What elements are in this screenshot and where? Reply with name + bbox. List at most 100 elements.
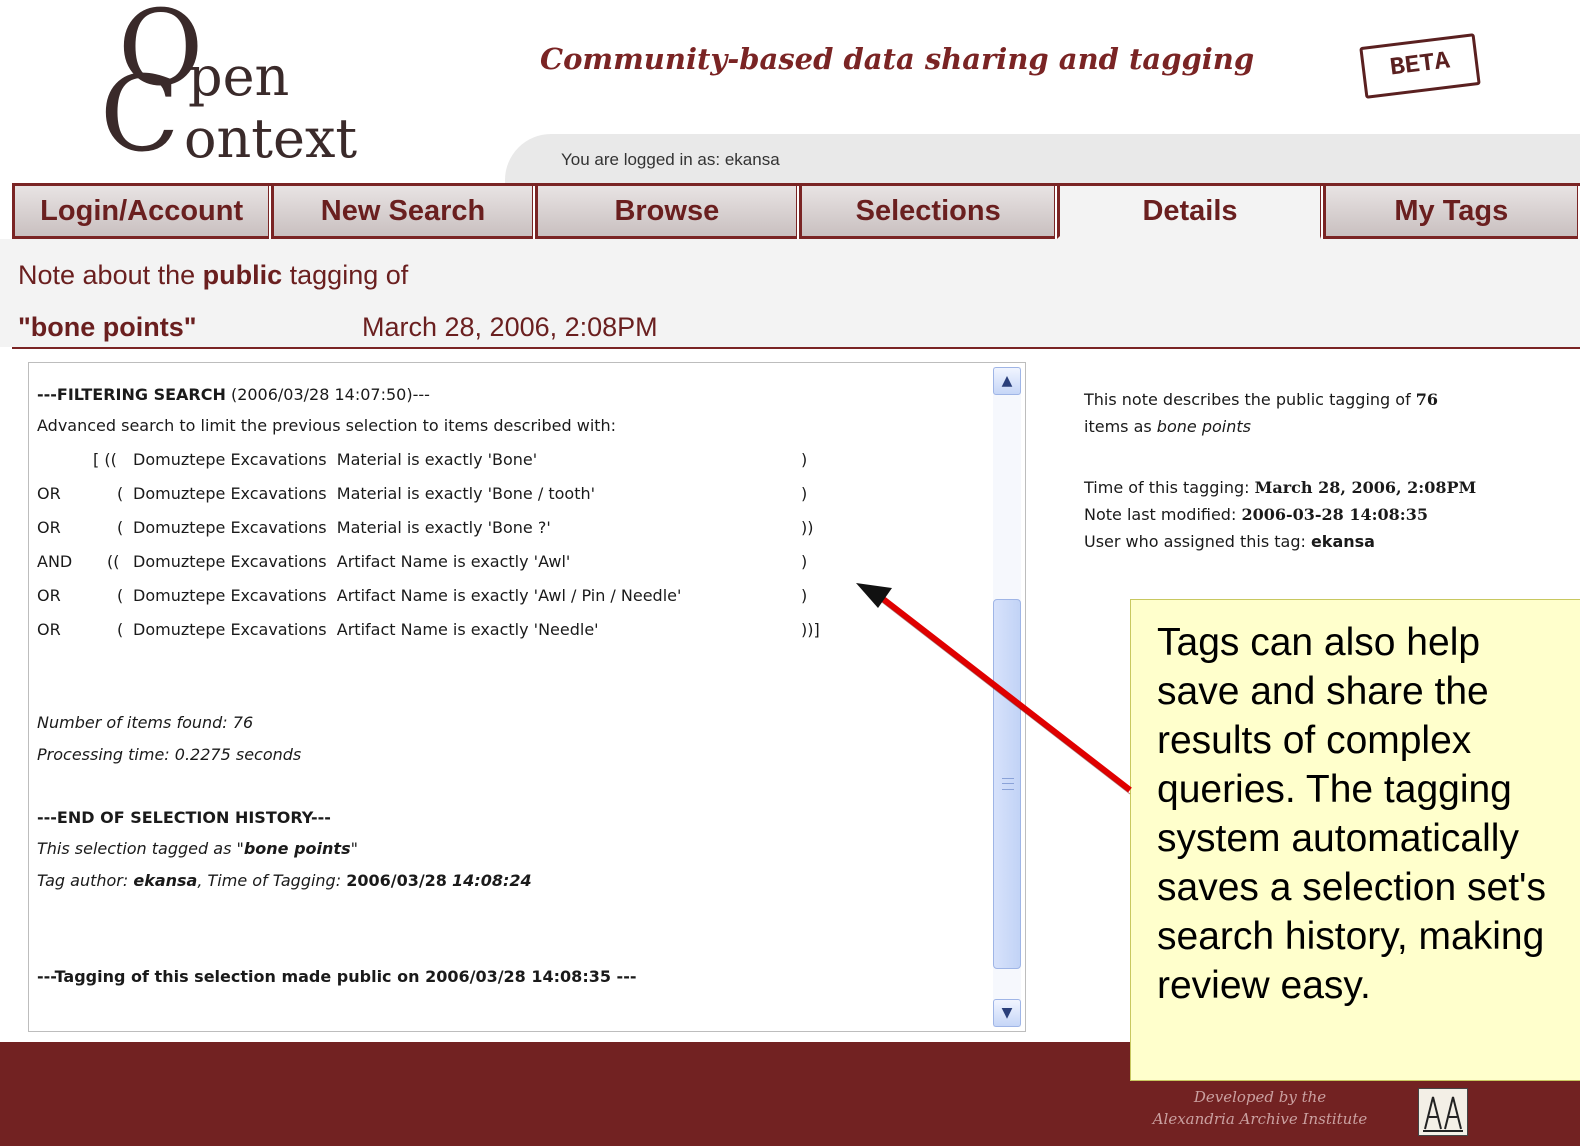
selection-history-panel[interactable]: ---FILTERING SEARCH (2006/03/28 14:07:50… (28, 362, 1026, 1032)
items-found-text: Number of items found: 76 (37, 713, 254, 732)
callout-line: review easy. (1157, 964, 1371, 1007)
query-row-op: OR (37, 518, 61, 537)
info-user-line: User who assigned this tag: ekansa (1084, 528, 1564, 555)
tagged-as-prefix: This selection tagged as " (37, 839, 244, 858)
query-row-op: OR (37, 586, 61, 605)
site-tagline: Community-based data sharing and tagging (540, 42, 1255, 76)
query-row-open: ( (117, 518, 124, 537)
tag-author-prefix: Tag author: (37, 871, 134, 890)
info-desc-mid: items as (1084, 417, 1157, 436)
filter-description: Advanced search to limit the previous se… (37, 416, 617, 435)
query-row-open: ( (117, 620, 124, 639)
query-row-clause: Domuztepe Excavations Material is exactl… (133, 518, 551, 537)
logo-letter-c: C (100, 53, 180, 175)
tab-content-area (0, 239, 1580, 347)
chevron-down-icon: ▼ (1001, 1005, 1013, 1021)
query-row-clause: Domuztepe Excavations Artifact Name is e… (133, 620, 599, 639)
history-scrollbar[interactable]: ▲ ▼ (993, 367, 1021, 1027)
aai-logo[interactable] (1418, 1088, 1468, 1136)
main-tab-bar: Login/Account New Search Browse Selectio… (12, 183, 1580, 242)
tagged-as-name: bone points (243, 839, 351, 858)
aai-logo-icon (1423, 1096, 1463, 1132)
query-row-open: ( (117, 586, 124, 605)
developed-by-credit: Developed by the Alexandria Archive Inst… (1120, 1086, 1400, 1130)
query-row-open: ( (117, 484, 124, 503)
tag-time-prefix: , Time of Tagging: (197, 871, 347, 890)
info-tag-name: bone points (1156, 417, 1251, 436)
scrollbar-thumb[interactable] (993, 599, 1021, 969)
tag-time: 14:08:24 (452, 871, 532, 890)
info-time-label: Time of this tagging: (1084, 478, 1255, 497)
query-row-close: )) (801, 518, 814, 537)
institute-name: Alexandria Archive Institute (1152, 1110, 1368, 1128)
open-context-logo[interactable]: O pen C ontext (100, 0, 420, 180)
tag-date: 2006/03/28 (346, 871, 447, 890)
tab-my-tags[interactable]: My Tags (1322, 186, 1579, 239)
query-row-open: [ (( (93, 450, 117, 469)
query-row-clause: Domuztepe Excavations Artifact Name is e… (133, 552, 571, 571)
annotation-callout: Tags can also help save and share the re… (1130, 599, 1580, 1081)
callout-line: saves a selection set's (1157, 866, 1546, 909)
scroll-down-button[interactable]: ▼ (993, 999, 1021, 1027)
info-modified-label: Note last modified: (1084, 505, 1242, 524)
info-user-label: User who assigned this tag: (1084, 532, 1311, 551)
info-modified-line: Note last modified: 2006-03-28 14:08:35 (1084, 501, 1564, 528)
query-row-op: AND (37, 552, 73, 571)
callout-line: search history, making (1157, 915, 1545, 958)
tab-browse[interactable]: Browse (534, 186, 797, 239)
logo-text-ontext: ontext (184, 107, 358, 170)
query-row-op: OR (37, 484, 61, 503)
query-row-op: OR (37, 620, 61, 639)
query-row-close: ) (801, 586, 808, 605)
info-time-value: March 28, 2006, 2:08PM (1254, 478, 1477, 497)
query-row-open: (( (107, 552, 120, 571)
tagged-as-suffix: " (350, 839, 358, 858)
query-row-close: ) (801, 484, 808, 503)
info-description: This note describes the public tagging o… (1084, 386, 1564, 440)
tab-selections[interactable]: Selections (799, 186, 1056, 239)
query-row-close: ) (801, 552, 808, 571)
query-row-clause: Domuztepe Excavations Material is exactl… (133, 484, 595, 503)
login-status-bar: You are logged in as: ekansa (505, 134, 1580, 184)
tagged-as-line: This selection tagged as "bone points" (37, 839, 358, 858)
query-row-close: ) (801, 450, 808, 469)
note-heading-prefix: Note about the (18, 260, 203, 290)
callout-line: system automatically (1157, 817, 1519, 860)
tab-details[interactable]: Details (1057, 186, 1321, 239)
filter-time: (2006/03/28 14:07:50)--- (225, 385, 430, 404)
callout-line: queries. The tagging (1157, 768, 1512, 811)
made-public-line: ---Tagging of this selection made public… (37, 967, 637, 986)
info-user-value: ekansa (1310, 532, 1375, 551)
callout-line: Tags can also help (1157, 621, 1481, 664)
note-heading-emphasis: public (202, 260, 283, 290)
tag-date-title: March 28, 2006, 2:08PM (362, 312, 658, 342)
chevron-up-icon: ▲ (1001, 373, 1013, 389)
query-row-close: ))] (801, 620, 820, 639)
beta-badge: BETA (1359, 33, 1481, 99)
developed-by-text: Developed by the (1193, 1088, 1327, 1106)
callout-line: save and share the (1157, 670, 1489, 713)
scroll-up-button[interactable]: ▲ (993, 367, 1021, 395)
filter-heading-line: ---FILTERING SEARCH (2006/03/28 14:07:50… (37, 385, 430, 404)
tab-new-search[interactable]: New Search (271, 186, 533, 239)
info-time-line: Time of this tagging: March 28, 2006, 2:… (1084, 474, 1564, 501)
login-status-text: You are logged in as: ekansa (561, 150, 780, 169)
grip-icon (1002, 778, 1014, 790)
processing-time-text: Processing time: 0.2275 seconds (37, 745, 302, 764)
query-row-clause: Domuztepe Excavations Artifact Name is e… (133, 586, 682, 605)
tag-author-line: Tag author: ekansa, Time of Tagging: 200… (37, 871, 532, 890)
tab-login-account[interactable]: Login/Account (12, 186, 270, 239)
note-heading-suffix: tagging of (282, 260, 409, 290)
tag-name-title: "bone points" (18, 312, 197, 342)
end-history-heading: ---END OF SELECTION HISTORY--- (37, 808, 331, 827)
logo-text-pen: pen (188, 45, 290, 108)
tag-info-panel: This note describes the public tagging o… (1084, 386, 1564, 555)
info-desc-prefix: This note describes the public tagging o… (1084, 390, 1416, 409)
filter-heading: ---FILTERING SEARCH (37, 385, 226, 404)
query-row-clause: Domuztepe Excavations Material is exactl… (133, 450, 538, 469)
note-heading: Note about the public tagging of (18, 260, 408, 291)
info-modified-value: 2006-03-28 14:08:35 (1241, 505, 1428, 524)
tag-author: ekansa (133, 871, 198, 890)
info-item-count: 76 (1415, 390, 1439, 409)
header-divider (12, 347, 1580, 349)
